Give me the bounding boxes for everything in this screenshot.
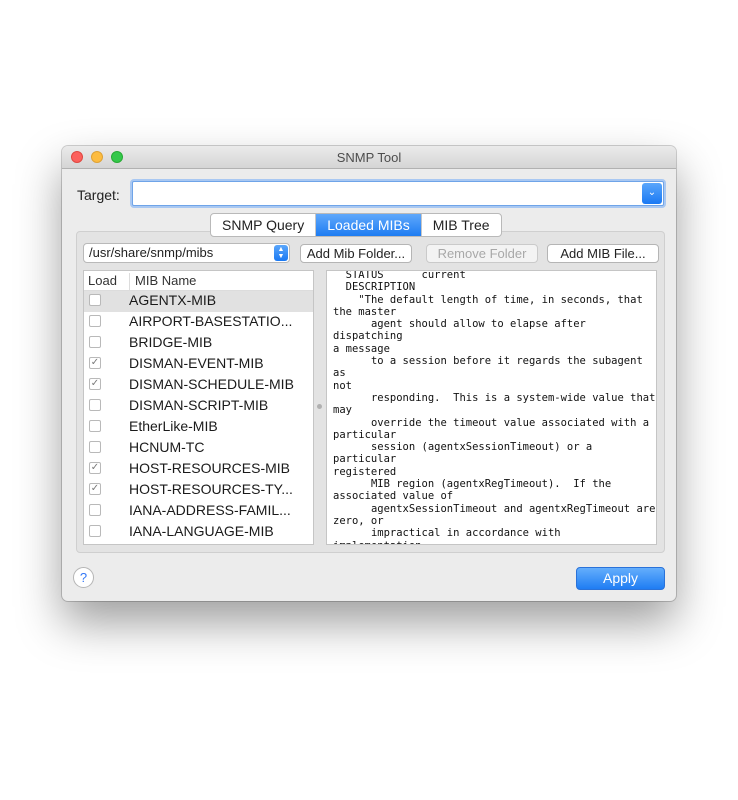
- tab-bar: SNMP Query Loaded MIBs MIB Tree: [210, 213, 502, 237]
- target-dropdown-button[interactable]: ⌄: [642, 183, 662, 204]
- mib-folder-path: /usr/share/snmp/mibs: [89, 245, 214, 260]
- table-row[interactable]: ✓ DISMAN-EVENT-MIB: [84, 354, 313, 375]
- mib-description-text: STATUS current DESCRIPTION "The default …: [333, 270, 656, 544]
- mib-description-view[interactable]: STATUS current DESCRIPTION "The default …: [326, 270, 657, 545]
- table-row[interactable]: AIRPORT-BASESTATIO...: [84, 312, 313, 333]
- checkmark-icon: ✓: [90, 462, 100, 473]
- mib-name: HOST-RESOURCES-MIB: [129, 460, 291, 476]
- tab-snmp-query[interactable]: SNMP Query: [211, 214, 317, 236]
- load-checkbox[interactable]: [89, 399, 101, 411]
- mib-list-rows: AGENTX-MIB AIRPORT-BASESTATIO... BRIDGE-MI…: [84, 291, 313, 543]
- load-checkbox[interactable]: ✓: [89, 462, 101, 474]
- mib-name: BRIDGE-MIB: [129, 334, 213, 350]
- apply-button[interactable]: Apply: [576, 567, 665, 590]
- load-checkbox[interactable]: [89, 420, 101, 432]
- load-checkbox[interactable]: [89, 441, 101, 453]
- mib-name: HCNUM-TC: [129, 439, 205, 455]
- table-row[interactable]: EtherLike-MIB: [84, 417, 313, 438]
- tab-mib-tree[interactable]: MIB Tree: [422, 214, 501, 236]
- table-row[interactable]: IANA-LANGUAGE-MIB: [84, 522, 313, 543]
- checkmark-icon: ✓: [90, 357, 100, 368]
- column-header-load[interactable]: Load: [88, 273, 117, 288]
- mib-name: HOST-RESOURCES-TY...: [129, 481, 293, 497]
- mib-folder-select[interactable]: /usr/share/snmp/mibs ▲ ▼: [83, 243, 290, 263]
- load-checkbox[interactable]: [89, 315, 101, 327]
- load-checkbox[interactable]: ✓: [89, 357, 101, 369]
- window-title: SNMP Tool: [336, 150, 402, 165]
- target-input[interactable]: [133, 182, 641, 205]
- mib-name: DISMAN-SCRIPT-MIB: [129, 397, 269, 413]
- help-icon: ?: [79, 570, 88, 585]
- table-row[interactable]: IANA-ADDRESS-FAMIL...: [84, 501, 313, 522]
- remove-folder-button[interactable]: Remove Folder: [426, 244, 538, 263]
- checkmark-icon: ✓: [90, 483, 100, 494]
- mib-list-header: Load MIB Name: [84, 271, 313, 291]
- table-row[interactable]: ✓ HOST-RESOURCES-MIB: [84, 459, 313, 480]
- load-checkbox[interactable]: ✓: [89, 483, 101, 495]
- load-checkbox[interactable]: [89, 504, 101, 516]
- chevron-down-icon: ⌄: [647, 187, 657, 198]
- mib-name: AGENTX-MIB: [129, 292, 217, 308]
- checkmark-icon: ✓: [90, 378, 100, 389]
- mib-name: EtherLike-MIB: [129, 418, 218, 434]
- mib-name: IANA-LANGUAGE-MIB: [129, 523, 274, 539]
- target-combobox[interactable]: ⌄: [132, 181, 664, 206]
- up-down-chevron-icon: ▲ ▼: [274, 245, 288, 261]
- add-mib-file-button[interactable]: Add MIB File...: [547, 244, 659, 263]
- mib-name: IANA-ADDRESS-FAMIL...: [129, 502, 291, 518]
- table-row[interactable]: BRIDGE-MIB: [84, 333, 313, 354]
- split-view-handle[interactable]: [317, 404, 322, 409]
- load-checkbox[interactable]: ✓: [89, 378, 101, 390]
- mib-list[interactable]: Load MIB Name AGENTX-MIB AIRPORT-BASESTAT…: [83, 270, 314, 545]
- table-row[interactable]: HCNUM-TC: [84, 438, 313, 459]
- table-row[interactable]: DISMAN-SCRIPT-MIB: [84, 396, 313, 417]
- mib-name: AIRPORT-BASESTATIO...: [129, 313, 293, 329]
- target-label: Target:: [77, 187, 120, 203]
- snmp-tool-window: SNMP Tool Target: ⌄ SNMP Query Loaded MI…: [62, 146, 676, 601]
- table-row[interactable]: AGENTX-MIB: [84, 291, 313, 312]
- load-checkbox[interactable]: [89, 336, 101, 348]
- table-row[interactable]: ✓ DISMAN-SCHEDULE-MIB: [84, 375, 313, 396]
- tab-loaded-mibs[interactable]: Loaded MIBs: [316, 214, 422, 236]
- mib-name: DISMAN-SCHEDULE-MIB: [129, 376, 294, 392]
- title-bar[interactable]: SNMP Tool: [62, 146, 676, 169]
- help-button[interactable]: ?: [73, 567, 94, 588]
- mib-name: DISMAN-EVENT-MIB: [129, 355, 264, 371]
- load-checkbox[interactable]: [89, 294, 101, 306]
- table-row[interactable]: ✓ HOST-RESOURCES-TY...: [84, 480, 313, 501]
- load-checkbox[interactable]: [89, 525, 101, 537]
- column-header-mib-name[interactable]: MIB Name: [129, 273, 196, 290]
- add-mib-folder-button[interactable]: Add Mib Folder...: [300, 244, 412, 263]
